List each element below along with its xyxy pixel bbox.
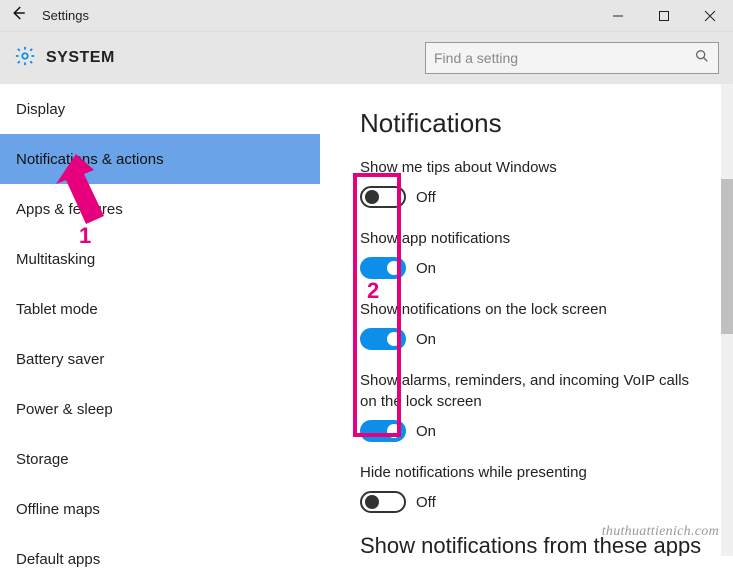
setting-label: Show alarms, reminders, and incoming VoI… bbox=[360, 370, 703, 412]
setting-hide-while-presenting: Hide notifications while presenting Off bbox=[360, 462, 703, 513]
toggle-app-notifications[interactable] bbox=[360, 257, 406, 279]
toggle-state: On bbox=[416, 331, 436, 348]
scrollbar-track[interactable] bbox=[721, 84, 733, 556]
search-input[interactable]: Find a setting bbox=[425, 42, 719, 74]
setting-tips: Show me tips about Windows Off bbox=[360, 157, 703, 208]
sidebar-item-offline-maps[interactable]: Offline maps bbox=[0, 484, 320, 534]
toggle-state: Off bbox=[416, 494, 436, 511]
sidebar-item-label: Battery saver bbox=[16, 351, 104, 368]
sidebar-item-display[interactable]: Display bbox=[0, 84, 320, 134]
sidebar-item-notifications-actions[interactable]: Notifications & actions bbox=[0, 134, 320, 184]
setting-label: Hide notifications while presenting bbox=[360, 462, 703, 483]
toggle-alarms-lock-screen[interactable] bbox=[360, 420, 406, 442]
sidebar-item-tablet-mode[interactable]: Tablet mode bbox=[0, 284, 320, 334]
window-title: Settings bbox=[42, 8, 89, 23]
settings-header: SYSTEM Find a setting bbox=[0, 32, 733, 84]
toggle-state: On bbox=[416, 423, 436, 440]
search-icon bbox=[694, 48, 710, 69]
setting-lock-screen-notifications: Show notifications on the lock screen On bbox=[360, 299, 703, 350]
category-title: SYSTEM bbox=[46, 49, 115, 67]
page-title: Notifications bbox=[360, 108, 703, 139]
sidebar-item-label: Default apps bbox=[16, 551, 100, 568]
sidebar-item-apps-features[interactable]: Apps & features bbox=[0, 184, 320, 234]
close-button[interactable] bbox=[687, 0, 733, 32]
setting-alarms-lock-screen: Show alarms, reminders, and incoming VoI… bbox=[360, 370, 703, 442]
maximize-button[interactable] bbox=[641, 0, 687, 32]
sidebar-item-label: Multitasking bbox=[16, 251, 95, 268]
toggle-tips[interactable] bbox=[360, 186, 406, 208]
watermark: thuthuattienich.com bbox=[602, 524, 719, 540]
setting-label: Show app notifications bbox=[360, 228, 703, 249]
sidebar-item-label: Notifications & actions bbox=[16, 151, 164, 168]
toggle-state: On bbox=[416, 260, 436, 277]
sidebar-item-label: Display bbox=[16, 101, 65, 118]
toggle-state: Off bbox=[416, 189, 436, 206]
content-pane: Notifications Show me tips about Windows… bbox=[320, 84, 733, 556]
toggle-hide-while-presenting[interactable] bbox=[360, 491, 406, 513]
back-button[interactable] bbox=[0, 4, 36, 27]
search-placeholder: Find a setting bbox=[434, 50, 694, 66]
setting-label: Show me tips about Windows bbox=[360, 157, 703, 178]
body: Display Notifications & actions Apps & f… bbox=[0, 84, 733, 556]
sidebar-item-label: Power & sleep bbox=[16, 401, 113, 418]
gear-icon bbox=[14, 45, 36, 72]
minimize-button[interactable] bbox=[595, 0, 641, 32]
sidebar-item-label: Offline maps bbox=[16, 501, 100, 518]
sidebar-item-label: Storage bbox=[16, 451, 69, 468]
sidebar-item-power-sleep[interactable]: Power & sleep bbox=[0, 384, 320, 434]
sidebar: Display Notifications & actions Apps & f… bbox=[0, 84, 320, 556]
toggle-lock-screen-notifications[interactable] bbox=[360, 328, 406, 350]
setting-label: Show notifications on the lock screen bbox=[360, 299, 703, 320]
sidebar-item-storage[interactable]: Storage bbox=[0, 434, 320, 484]
sidebar-item-label: Apps & features bbox=[16, 201, 123, 218]
setting-app-notifications: Show app notifications On bbox=[360, 228, 703, 279]
sidebar-item-label: Tablet mode bbox=[16, 301, 98, 318]
titlebar: Settings bbox=[0, 0, 733, 32]
sidebar-item-multitasking[interactable]: Multitasking bbox=[0, 234, 320, 284]
sidebar-item-battery-saver[interactable]: Battery saver bbox=[0, 334, 320, 384]
scrollbar-thumb[interactable] bbox=[721, 179, 733, 334]
sidebar-item-default-apps[interactable]: Default apps bbox=[0, 534, 320, 584]
